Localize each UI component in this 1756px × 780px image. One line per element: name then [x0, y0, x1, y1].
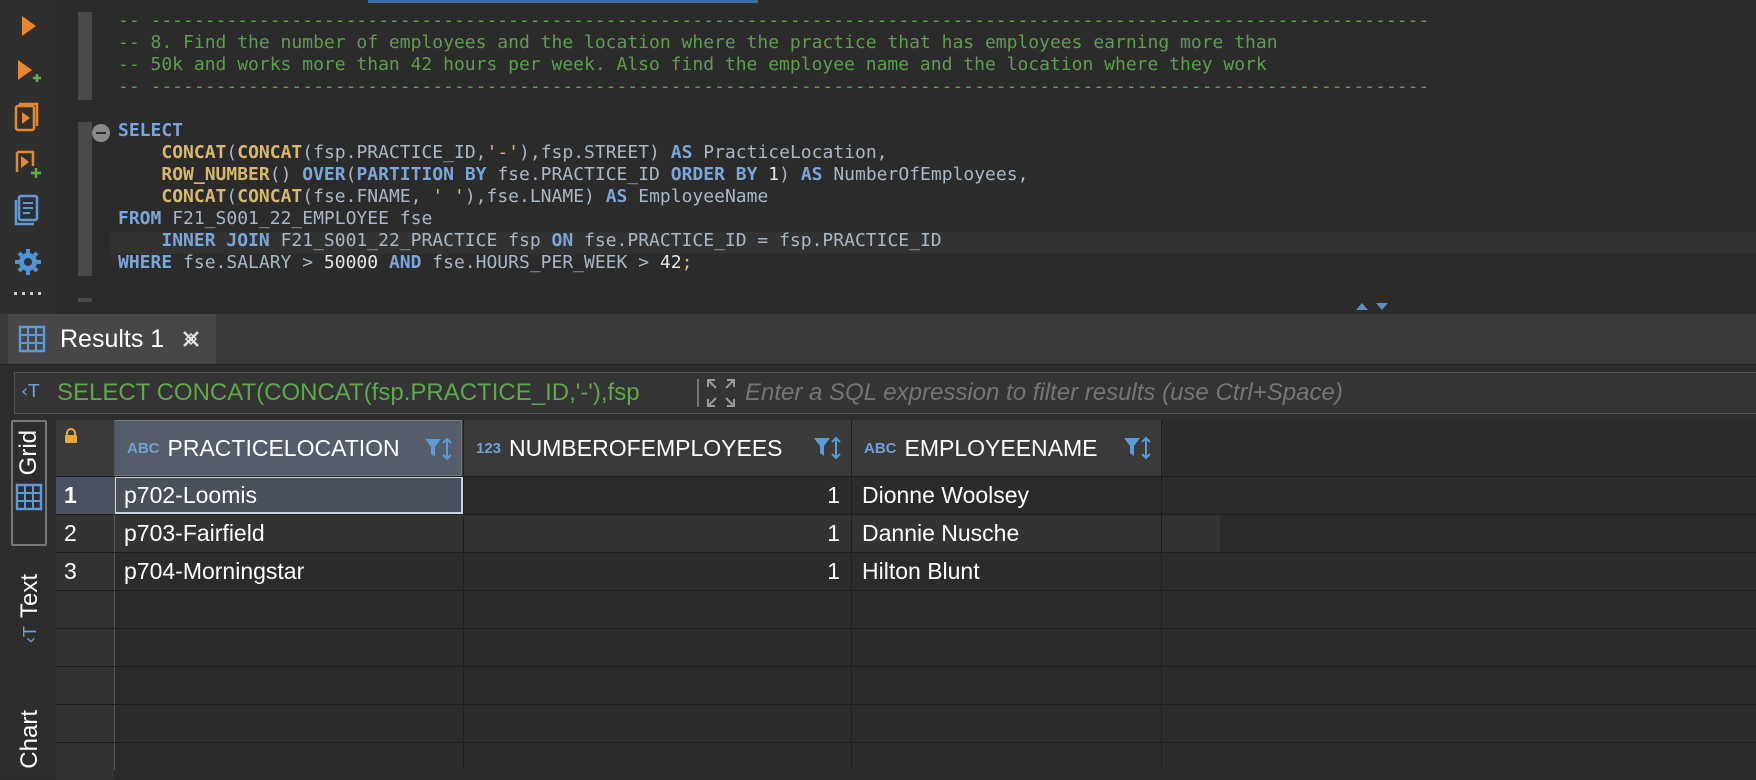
grid-line — [56, 704, 1756, 705]
table-cell[interactable]: p703-Fairfield — [114, 514, 463, 552]
table-cell[interactable]: Dionne Woolsey — [852, 476, 1160, 514]
filter-query-text[interactable]: SELECT CONCAT(CONCAT(fsp.PRACTICE_ID,'-'… — [57, 373, 707, 413]
chart-tab-label: Chart — [16, 710, 43, 769]
column-name: EMPLOYEENAME — [904, 434, 1098, 461]
panel-resize-arrows-icon[interactable] — [1354, 300, 1394, 312]
grid-tab-label: Grid — [15, 430, 42, 476]
grid-line — [463, 420, 464, 770]
collapse-block-icon[interactable] — [92, 124, 110, 142]
column-header-employeename[interactable]: ABC EMPLOYEENAME — [852, 420, 1160, 476]
results-tab-label: Results 1 — [60, 324, 165, 353]
row-number[interactable]: 3 — [56, 552, 114, 590]
text-view-icon: ‹T — [19, 626, 40, 644]
table-cell[interactable]: 1 — [464, 476, 850, 514]
table-cell[interactable]: Hilton Blunt — [852, 552, 1160, 590]
settings-icon[interactable] — [12, 246, 44, 278]
code-comment: -- 50k and works more than 42 hours per … — [118, 54, 1267, 75]
empty-row-number — [56, 742, 114, 780]
editor-gutter-marker — [78, 298, 92, 302]
grid-line — [56, 514, 1756, 515]
close-tab-icon[interactable] — [180, 328, 202, 350]
tab-grid-view[interactable]: Grid — [11, 420, 47, 546]
editor-gutter-marker — [78, 122, 92, 276]
results-panel: Results 1 ‹T SELECT CONCAT(CONCAT(fsp.PR… — [0, 314, 1756, 780]
more-icon[interactable] — [12, 286, 44, 302]
row-number-header — [56, 420, 114, 476]
code-comment: -- -------------------------------------… — [118, 10, 1430, 31]
table-cell[interactable]: 1 — [464, 552, 850, 590]
editor-toolbar — [0, 0, 56, 314]
empty-row-number — [56, 704, 114, 742]
column-filter-sort-icon[interactable] — [423, 435, 455, 463]
grid-icon — [15, 484, 43, 511]
code-comment: -- 8. Find the number of employees and t… — [118, 32, 1278, 53]
grid-line — [114, 420, 115, 770]
tab-results-1[interactable]: Results 1 — [8, 314, 216, 364]
table-cell[interactable]: p704-Morningstar — [114, 552, 463, 590]
results-tabbar: Results 1 — [0, 314, 1756, 365]
column-type-label: ABC — [864, 439, 897, 457]
grid-icon — [18, 325, 46, 353]
table-cell[interactable]: p702-Loomis — [114, 476, 463, 514]
sql-code[interactable]: -- -------------------------------------… — [118, 10, 1429, 274]
grid-line — [56, 590, 1756, 591]
column-name: PRACTICELOCATION — [167, 434, 400, 461]
column-header-numberofemployees[interactable]: 123 NUMBEROFEMPLOYEES — [464, 420, 850, 476]
grid-line — [56, 666, 1756, 667]
tab-text-view[interactable]: Text ‹T — [12, 574, 48, 694]
row-number[interactable]: 1 — [56, 476, 114, 514]
editor-gutter-marker — [78, 12, 92, 100]
grid-line — [56, 552, 1756, 553]
sql-filter-icon[interactable]: ‹T — [21, 381, 47, 405]
column-header-practicelocation[interactable]: ABC PRACTICELOCATION — [114, 420, 462, 476]
grid-line — [56, 628, 1756, 629]
editor-tab-indicator — [368, 0, 758, 3]
results-view-switcher: Grid Text ‹T Chart — [0, 420, 54, 770]
execute-script-icon[interactable] — [12, 102, 44, 134]
execute-icon[interactable] — [12, 10, 44, 42]
empty-row-number — [56, 666, 114, 704]
expand-icon[interactable] — [705, 377, 737, 409]
column-filter-sort-icon[interactable] — [812, 434, 844, 462]
grid-line — [1161, 420, 1162, 770]
tab-chart-view[interactable]: Chart — [12, 710, 48, 770]
column-type-label: ABC — [127, 439, 160, 457]
text-tab-label: Text — [16, 574, 43, 619]
column-filter-sort-icon[interactable] — [1122, 434, 1154, 462]
grid-line — [851, 420, 852, 770]
execute-new-tab-icon[interactable] — [12, 56, 44, 88]
lock-icon — [65, 428, 77, 443]
row-number[interactable]: 2 — [56, 514, 114, 552]
empty-row-number — [56, 590, 114, 628]
results-filter-bar: ‹T SELECT CONCAT(CONCAT(fsp.PRACTICE_ID,… — [14, 372, 1756, 414]
filter-separator — [697, 379, 699, 407]
sql-editor[interactable]: -- -------------------------------------… — [0, 0, 1756, 314]
grid-line — [56, 742, 1756, 743]
column-name: NUMBEROFEMPLOYEES — [509, 434, 783, 461]
grid-line — [56, 476, 1756, 477]
code-comment: -- -------------------------------------… — [118, 76, 1430, 97]
column-type-label: 123 — [476, 439, 502, 457]
results-grid[interactable]: ABC PRACTICELOCATION 123 NUMBEROFEMPLOYE… — [56, 420, 1756, 780]
table-cell[interactable]: Dannie Nusche — [852, 514, 1160, 552]
empty-row-number — [56, 628, 114, 666]
explain-plan-icon[interactable] — [12, 194, 44, 226]
execute-script-new-tab-icon[interactable] — [12, 148, 44, 180]
filter-expression-input[interactable] — [745, 373, 1745, 413]
table-cell[interactable]: 1 — [464, 514, 850, 552]
